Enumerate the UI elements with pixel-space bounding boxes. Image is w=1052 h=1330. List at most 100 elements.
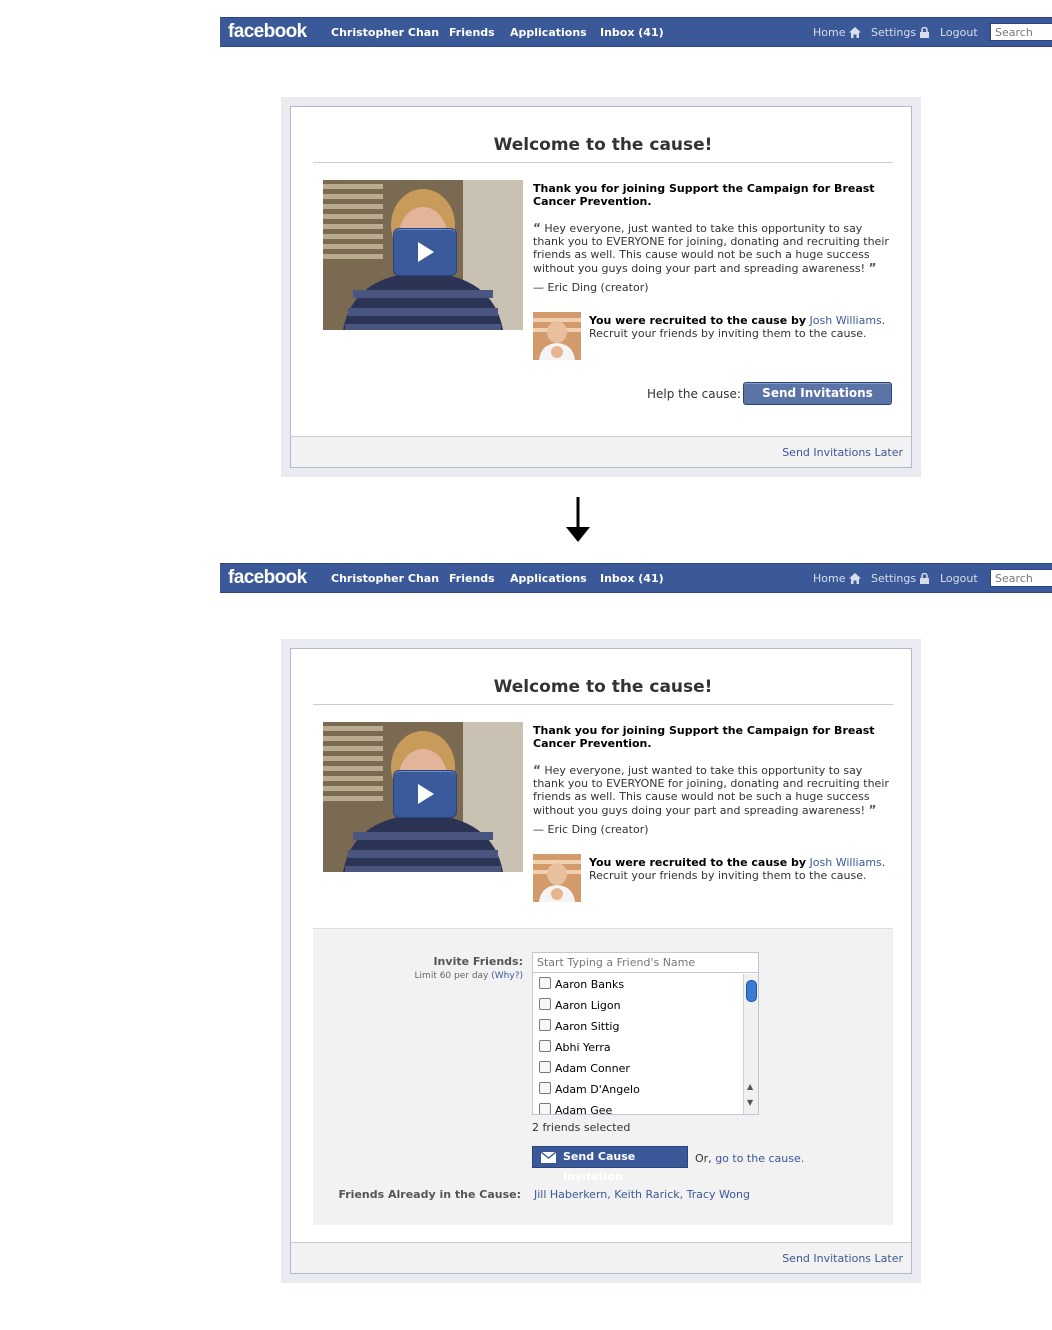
settings-label: Settings bbox=[871, 26, 917, 39]
send-invitations-later-link[interactable]: Send Invitations Later bbox=[782, 446, 903, 459]
dialog-title: Welcome to the cause! bbox=[313, 135, 893, 163]
recruit-lead: You were recruited to the cause by bbox=[589, 856, 807, 869]
play-button[interactable] bbox=[393, 770, 457, 818]
friend-checkbox[interactable] bbox=[539, 1082, 551, 1094]
recruit-tail: Recruit your friends by inviting them to… bbox=[589, 327, 867, 340]
friend-item[interactable]: Aaron Banks bbox=[533, 974, 743, 995]
nav-applications[interactable]: Applications bbox=[510, 26, 587, 39]
nav-logout[interactable]: Logout bbox=[940, 572, 978, 585]
nav-applications[interactable]: Applications bbox=[510, 572, 587, 585]
recruit-info: You were recruited to the cause by Josh … bbox=[589, 856, 886, 882]
play-icon bbox=[418, 784, 434, 804]
friend-name-input[interactable]: Start Typing a Friend's Name bbox=[533, 953, 758, 973]
nav-settings[interactable]: Settings bbox=[871, 572, 930, 585]
friend-checkbox[interactable] bbox=[539, 998, 551, 1010]
friend-item[interactable]: Aaron Ligon bbox=[533, 995, 743, 1016]
dialog-footer: Send Invitations Later bbox=[291, 436, 911, 467]
friend-name: Abhi Yerra bbox=[555, 1041, 611, 1054]
nav-friends[interactable]: Friends bbox=[449, 26, 495, 39]
friend-checkbox[interactable] bbox=[539, 1040, 551, 1052]
send-cause-invitation-label: Send Cause Invitation bbox=[563, 1150, 636, 1183]
friend-checkbox[interactable] bbox=[539, 1061, 551, 1073]
nav-inbox[interactable]: Inbox (41) bbox=[600, 26, 664, 39]
top-nav-bar: facebook Christopher Chan Friends Applic… bbox=[220, 17, 1052, 47]
friend-checkbox[interactable] bbox=[539, 1103, 551, 1114]
home-label: Home bbox=[813, 26, 846, 39]
friend-name: Adam Conner bbox=[555, 1062, 630, 1075]
play-button[interactable] bbox=[393, 228, 457, 276]
invite-friends-label: Invite Friends: bbox=[433, 955, 523, 968]
friend-checkbox[interactable] bbox=[539, 977, 551, 989]
go-to-cause-link[interactable]: go to the cause. bbox=[715, 1152, 804, 1165]
home-icon bbox=[849, 27, 862, 38]
home-label: Home bbox=[813, 572, 846, 585]
recruiter-link[interactable]: Josh Williams bbox=[810, 314, 882, 327]
nav-user[interactable]: Christopher Chan bbox=[331, 26, 439, 39]
search-input[interactable]: Search bbox=[990, 23, 1052, 41]
nav-home[interactable]: Home bbox=[813, 26, 862, 39]
dialog-footer: Send Invitations Later bbox=[291, 1242, 911, 1273]
friend-item[interactable]: Aaron Sittig bbox=[533, 1016, 743, 1037]
send-invitations-button[interactable]: Send Invitations bbox=[743, 382, 892, 405]
recruit-lead: You were recruited to the cause by bbox=[589, 314, 807, 327]
friend-list: Aaron Banks Aaron Ligon Aaron Sittig Abh… bbox=[533, 974, 743, 1114]
friend-name: Aaron Banks bbox=[555, 978, 625, 991]
nav-home[interactable]: Home bbox=[813, 572, 862, 585]
envelope-icon bbox=[541, 1152, 556, 1163]
lock-icon bbox=[920, 26, 930, 38]
scrollbar-thumb[interactable] bbox=[746, 980, 757, 1002]
creator-credit: — Eric Ding (creator) bbox=[533, 823, 649, 836]
send-cause-invitation-button[interactable]: Send Cause Invitation bbox=[532, 1146, 688, 1183]
nav-logout[interactable]: Logout bbox=[940, 26, 978, 39]
nav-settings[interactable]: Settings bbox=[871, 26, 930, 39]
recruiter-avatar[interactable] bbox=[533, 312, 581, 360]
close-quote-icon: ” bbox=[868, 260, 877, 275]
friend-item[interactable]: Adam D'Angelo bbox=[533, 1079, 743, 1100]
nav-user[interactable]: Christopher Chan bbox=[331, 572, 439, 585]
settings-label: Settings bbox=[871, 572, 917, 585]
creator-video[interactable] bbox=[323, 180, 523, 330]
home-icon bbox=[849, 573, 862, 584]
selected-count: 2 friends selected bbox=[532, 1121, 631, 1134]
nav-inbox[interactable]: Inbox (41) bbox=[600, 572, 664, 585]
friends-in-cause-label: Friends Already in the Cause: bbox=[338, 1188, 521, 1201]
welcome-dialog-invite: Welcome to the cause! Thank you for join… bbox=[281, 639, 921, 1283]
friend-name: Adam D'Angelo bbox=[555, 1083, 640, 1096]
friends-in-cause-list[interactable]: Jill Haberkern, Keith Rarick, Tracy Wong bbox=[534, 1188, 750, 1201]
help-label: Help the cause: bbox=[647, 387, 741, 401]
down-arrow-icon bbox=[566, 497, 590, 542]
recruiter-avatar[interactable] bbox=[533, 854, 581, 902]
thanks-message: Thank you for joining Support the Campai… bbox=[533, 724, 875, 750]
limit-text: Limit 60 per day bbox=[414, 971, 489, 981]
avatar-image bbox=[533, 854, 581, 902]
open-quote-icon: “ bbox=[533, 221, 541, 235]
why-link[interactable]: (Why?) bbox=[491, 971, 523, 981]
creator-credit: — Eric Ding (creator) bbox=[533, 281, 649, 294]
recruit-tail: Recruit your friends by inviting them to… bbox=[589, 869, 867, 882]
or-go-to-cause: Or, go to the cause. bbox=[695, 1152, 804, 1165]
friend-name: Aaron Ligon bbox=[555, 999, 621, 1012]
thanks-message: Thank you for joining Support the Campai… bbox=[533, 182, 875, 208]
welcome-dialog: Welcome to the cause! Thank you for join… bbox=[281, 97, 921, 477]
invite-limit-note: Limit 60 per day (Why?) bbox=[415, 971, 523, 981]
nav-friends[interactable]: Friends bbox=[449, 572, 495, 585]
friend-item[interactable]: Adam Conner bbox=[533, 1058, 743, 1079]
scroll-up-icon[interactable]: ▲ bbox=[747, 1082, 753, 1091]
friend-checkbox[interactable] bbox=[539, 1019, 551, 1031]
recruit-info: You were recruited to the cause by Josh … bbox=[589, 314, 886, 340]
recruiter-link[interactable]: Josh Williams bbox=[810, 856, 882, 869]
scroll-down-icon[interactable]: ▼ bbox=[747, 1098, 753, 1107]
facebook-logo[interactable]: facebook bbox=[228, 21, 307, 43]
play-icon bbox=[418, 242, 434, 262]
creator-video[interactable] bbox=[323, 722, 523, 872]
dialog-title: Welcome to the cause! bbox=[313, 677, 893, 705]
friend-list-scrollbar[interactable]: ▲ ▼ bbox=[743, 974, 758, 1114]
send-invitations-later-link[interactable]: Send Invitations Later bbox=[782, 1252, 903, 1265]
search-input[interactable]: Search bbox=[990, 569, 1052, 587]
facebook-logo[interactable]: facebook bbox=[228, 567, 307, 589]
open-quote-icon: “ bbox=[533, 763, 541, 777]
avatar-image bbox=[533, 312, 581, 360]
friend-item[interactable]: Abhi Yerra bbox=[533, 1037, 743, 1058]
creator-quote: “ Hey everyone, just wanted to take this… bbox=[533, 763, 893, 817]
friend-item[interactable]: Adam Gee bbox=[533, 1100, 743, 1114]
